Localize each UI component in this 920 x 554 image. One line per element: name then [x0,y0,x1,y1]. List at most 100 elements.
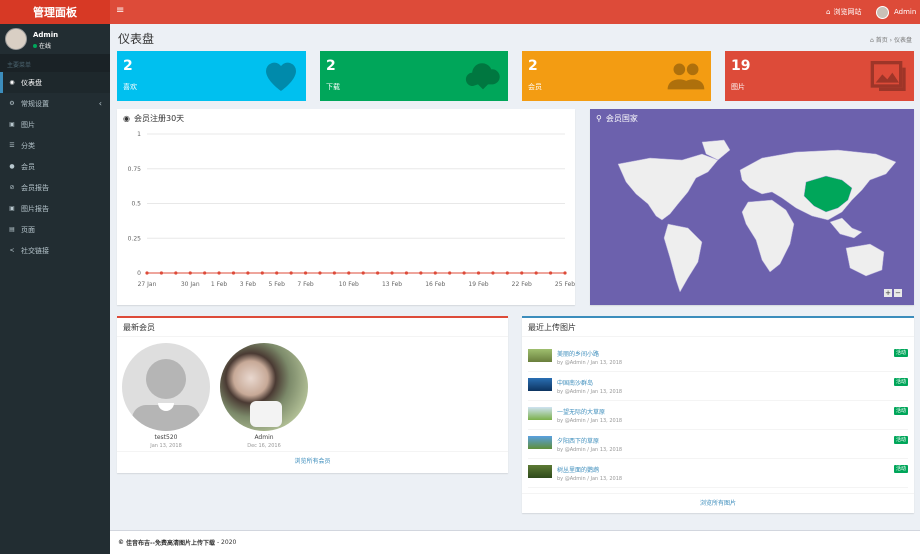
member-photo [220,343,308,431]
photo-title[interactable]: 美丽的乡间小路 [557,349,599,358]
photo-title[interactable]: 中国南沙群岛 [557,378,593,387]
stat-box-images[interactable]: 19 图片 [725,51,914,101]
map-marker-icon: ⚲ [596,114,602,123]
member-card[interactable]: test520 Jan 13, 2018 [122,343,210,449]
zoom-in-button[interactable]: + [884,289,892,297]
home-icon: ⌂ [826,8,831,16]
stat-value: 2 [123,58,133,74]
registration-chart-panel: ◉ 会员注册30天 0 0.25 0.5 0.75 1 27 Jan 30 Jan 1 Feb 3… [117,109,575,305]
map-africa [741,199,795,273]
chart-y-tick-label: 1 [137,131,141,138]
footer-site-link[interactable]: 佳音布吉--免费高清图片上传下载 [126,538,215,547]
chart-point [491,271,495,275]
breadcrumb-home[interactable]: 首页 [876,37,888,44]
sidebar-item-label: 页面 [21,225,35,234]
breadcrumb-current: 仪表盘 [893,37,912,44]
chart-x-tick-label: 3 Feb [240,281,257,288]
chart-point [505,271,509,275]
view-all-photos-link[interactable]: 浏览所有图片 [522,493,914,513]
heart-icon [266,62,296,91]
eye-icon: ◉ [123,114,130,123]
chart-point [534,271,538,275]
map-south-america [663,223,703,293]
user-menu-label: Admin [894,8,917,16]
chart-x-tick-label: 7 Feb [297,281,314,288]
latest-members-panel: 最新会员 test520 Jan 13, 2018 Admin Dec 16, … [117,316,508,473]
online-status: 在线 [33,41,51,50]
sidebar-item-label: 仪表盘 [21,78,42,87]
member-card[interactable]: Admin Dec 16, 2016 [220,343,308,449]
panel-title: 最近上传图片 [528,322,576,332]
chart-point [548,271,553,275]
chart-point [260,271,264,275]
list-icon: ☰ [9,142,15,149]
page-footer: © 佳音布吉--免费高清图片上传下载 - 2020 [110,530,920,554]
chart-y-tick-label: 0.5 [131,201,141,208]
panel-title: 最新会员 [123,322,155,332]
chart-x-tick-label: 19 Feb [468,281,488,288]
photo-title[interactable]: 夕阳西下的草原 [557,436,599,445]
user-panel: Admin 在线 [0,24,110,54]
user-menu[interactable]: Admin [876,0,916,24]
chart-point [361,271,365,275]
zoom-out-button[interactable]: − [894,289,902,297]
sidebar-item-categories[interactable]: ☰ 分类 [0,135,110,156]
photo-title[interactable]: 树丛里面的鹦鹉 [557,465,599,474]
photo-title[interactable]: 一望无际的大草原 [557,407,605,416]
list-item[interactable]: 一望无际的大草原 by @Admin / Jan 13, 2018 活动 [528,401,908,430]
chart-point [476,271,481,275]
list-item[interactable]: 中国南沙群岛 by @Admin / Jan 13, 2018 活动 [528,372,908,401]
user-icon: ● [9,163,15,170]
sidebar-item-member-reports[interactable]: ⊘ 会员报告 [0,177,110,198]
bars-icon[interactable]: ≡ [116,6,124,16]
file-icon: ▤ [9,226,15,233]
status-badge: 活动 [893,349,908,357]
sidebar-item-label: 会员报告 [21,183,49,192]
stat-label: 下载 [326,83,340,91]
view-all-members-link[interactable]: 浏览所有会员 [117,451,508,471]
stat-box-members[interactable]: 2 会员 [522,51,711,101]
photo-thumbnail [528,407,552,420]
sidebar-avatar [5,28,27,50]
list-item[interactable]: 夕阳西下的草原 by @Admin / Jan 13, 2018 活动 [528,430,908,459]
world-map [617,139,897,293]
sidebar-item-images[interactable]: ▣ 图片 [0,114,110,135]
page-title: 仪表盘 [118,32,155,46]
panel-header: 最近上传图片 [522,318,914,337]
chart-x-tick-label: 27 Jan [138,281,157,288]
visit-site-link[interactable]: ⌂ 浏览网站 [826,0,861,24]
chart-point [275,271,279,275]
panel-title: 会员注册30天 [133,114,185,123]
sidebar-item-members[interactable]: ● 会员 [0,156,110,177]
map-north-america [617,153,719,221]
users-icon [667,63,705,90]
chart-x-tick-label: 1 Feb [211,281,228,288]
top-navbar: ≡ ⌂ 浏览网站 Admin [110,0,920,24]
chart-y-tick-label: 0.25 [128,235,142,242]
photo-meta: by @Admin / Jan 13, 2018 [557,389,623,395]
logo[interactable]: 管理面板 [0,0,110,24]
sidebar-item-dashboard[interactable]: ◉ 仪表盘 [0,72,110,93]
chart-x-tick-label: 13 Feb [382,281,402,288]
sidebar-item-pages[interactable]: ▤ 页面 [0,219,110,240]
stat-box-downloads[interactable]: 2 下载 [320,51,508,101]
photo-meta: by @Admin / Jan 13, 2018 [557,447,623,453]
chart-x-tick-label: 10 Feb [339,281,359,288]
sidebar-item-image-reports[interactable]: ▣ 图片报告 [0,198,110,219]
online-dot-icon [33,44,37,48]
avatar [876,5,889,19]
image-report-icon: ▣ [9,205,15,212]
chart-y-tick-label: 0 [137,270,141,277]
sidebar-item-social-links[interactable]: < 社交链接 [0,240,110,261]
panel-title: 会员国家 [605,114,638,123]
sidebar-item-settings[interactable]: ⚙ 常规设置 ‹ [0,93,110,114]
chart-x-tick-label: 30 Jan [181,281,200,288]
stat-box-likes[interactable]: 2 喜欢 [117,51,306,101]
stat-value: 2 [528,58,538,74]
list-item[interactable]: 美丽的乡间小路 by @Admin / Jan 13, 2018 活动 [528,343,908,372]
sidebar-item-label: 会员 [21,162,35,171]
chart-point [404,271,409,275]
photo-thumbnail [528,465,552,478]
chart-point [231,271,236,275]
list-item[interactable]: 树丛里面的鹦鹉 by @Admin / Jan 13, 2018 活动 [528,459,908,488]
